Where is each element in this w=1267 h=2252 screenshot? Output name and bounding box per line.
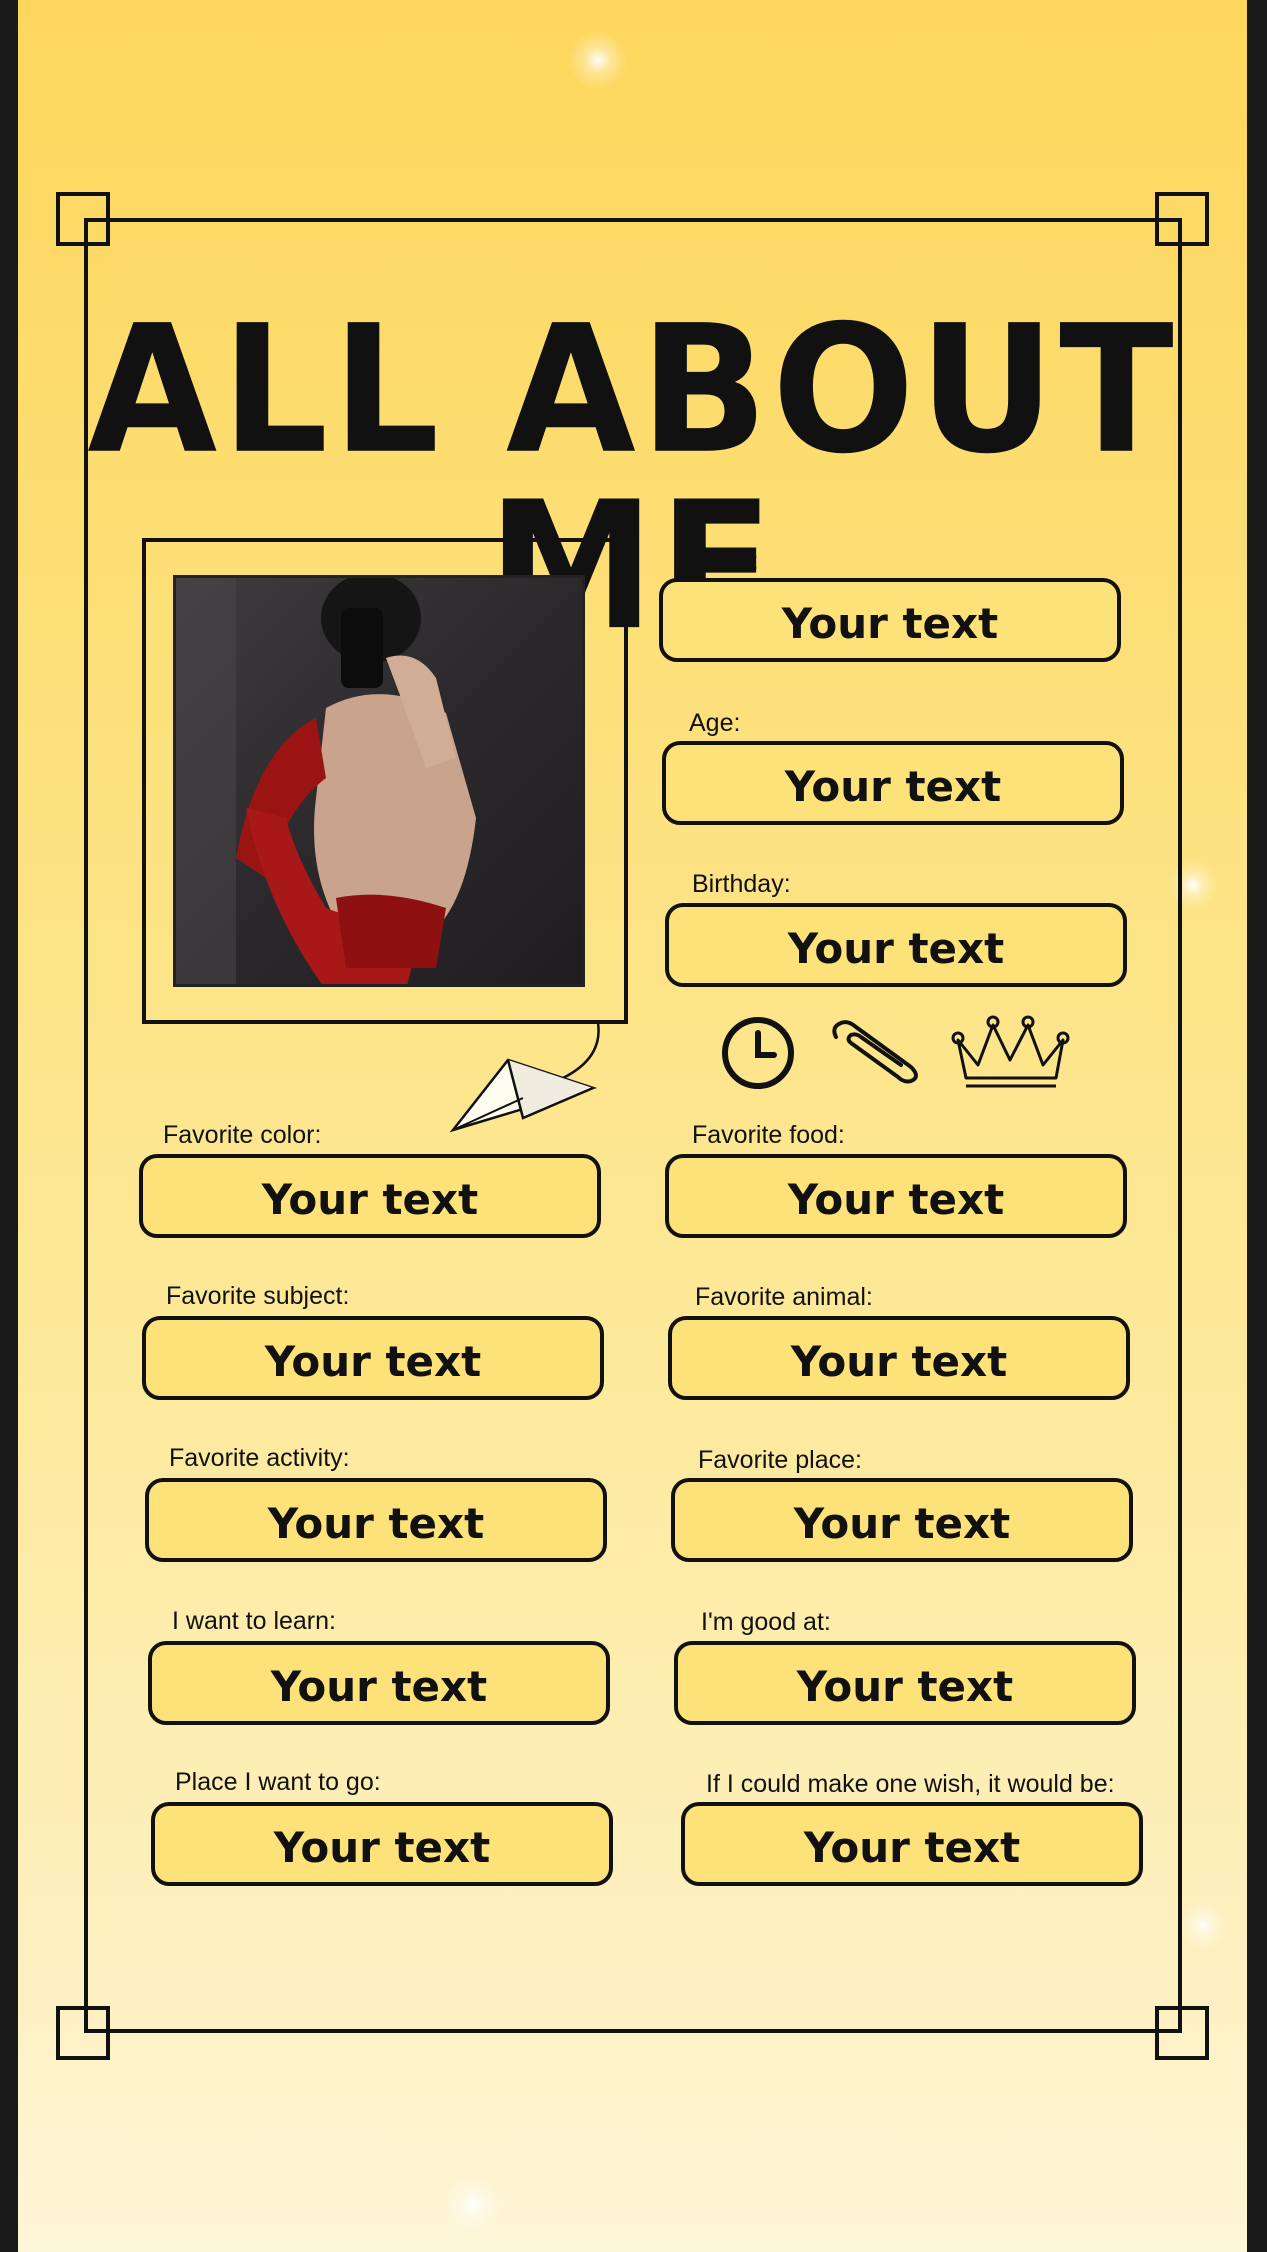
favorite-animal-label: Favorite animal:: [695, 1283, 873, 1311]
profile-photo: [173, 575, 585, 987]
place-to-go-field[interactable]: Your text: [151, 1802, 613, 1886]
corner-square-top-right: [1155, 192, 1209, 246]
one-wish-label: If I could make one wish, it would be:: [706, 1770, 1115, 1798]
birthday-field[interactable]: Your text: [665, 903, 1127, 987]
crown-icon: [951, 1015, 1070, 1088]
favorite-place-label: Favorite place:: [698, 1446, 862, 1474]
sparkle: [568, 30, 628, 90]
want-to-learn-label: I want to learn:: [172, 1607, 336, 1635]
corner-square-bottom-left: [56, 2006, 110, 2060]
want-to-learn-field[interactable]: Your text: [148, 1641, 610, 1725]
good-at-field[interactable]: Your text: [674, 1641, 1136, 1725]
good-at-label: I'm good at:: [701, 1608, 831, 1636]
birthday-label: Birthday:: [692, 870, 791, 898]
favorite-activity-field[interactable]: Your text: [145, 1478, 607, 1562]
worksheet-page: ALL ABOUT ME Name: Your text Age: Your t…: [18, 0, 1247, 2252]
favorite-place-field[interactable]: Your text: [671, 1478, 1133, 1562]
favorite-food-field[interactable]: Your text: [665, 1154, 1127, 1238]
paperclip-icon: [832, 1020, 918, 1084]
one-wish-field[interactable]: Your text: [681, 1802, 1143, 1886]
sparkle: [1178, 1900, 1228, 1950]
name-field[interactable]: Your text: [659, 578, 1121, 662]
sparkle: [443, 2175, 503, 2235]
favorite-food-label: Favorite food:: [692, 1121, 845, 1149]
place-to-go-label: Place I want to go:: [175, 1768, 381, 1796]
corner-square-top-left: [56, 192, 110, 246]
corner-square-bottom-right: [1155, 2006, 1209, 2060]
name-label: Name:: [685, 547, 759, 575]
favorite-activity-label: Favorite activity:: [169, 1444, 350, 1472]
favorite-color-label: Favorite color:: [163, 1121, 322, 1149]
age-field[interactable]: Your text: [662, 741, 1124, 825]
favorite-subject-field[interactable]: Your text: [142, 1316, 604, 1400]
paper-plane-icon: [449, 1022, 600, 1133]
age-label: Age:: [689, 709, 741, 737]
favorite-animal-field[interactable]: Your text: [668, 1316, 1130, 1400]
favorite-color-field[interactable]: Your text: [139, 1154, 601, 1238]
favorite-subject-label: Favorite subject:: [166, 1282, 350, 1310]
clock-icon: [722, 1017, 794, 1089]
